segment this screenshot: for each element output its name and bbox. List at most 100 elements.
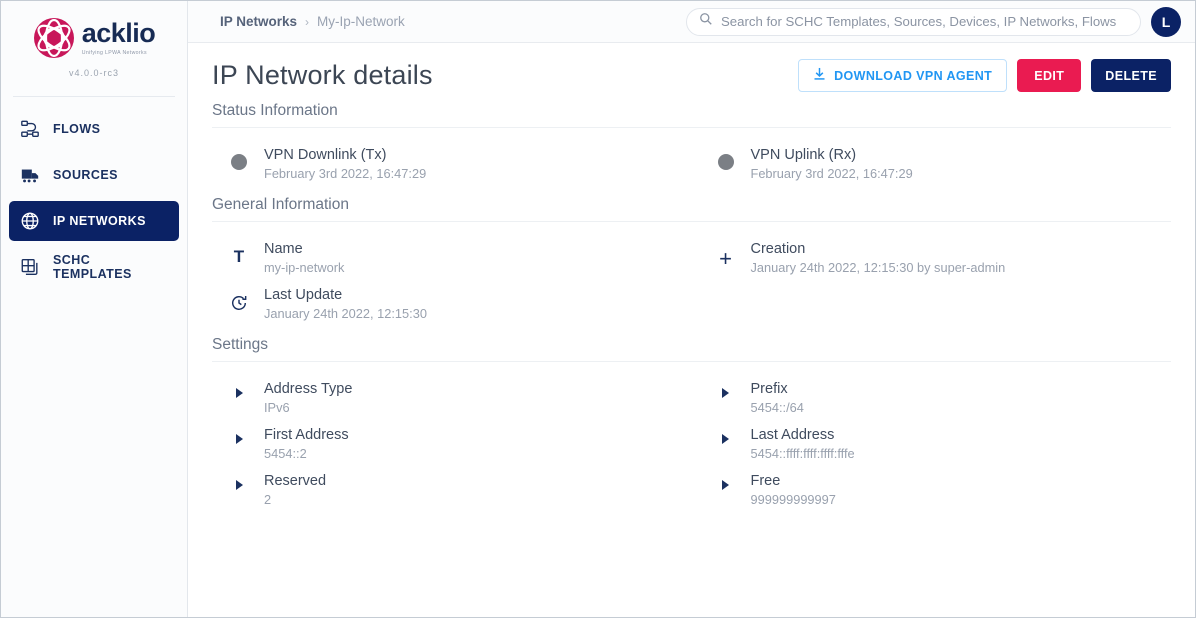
download-vpn-agent-label: DOWNLOAD VPN AGENT xyxy=(834,68,993,83)
download-vpn-agent-button[interactable]: DOWNLOAD VPN AGENT xyxy=(798,59,1008,92)
avatar[interactable]: L xyxy=(1151,6,1181,37)
breadcrumb-current: My-Ip-Network xyxy=(317,14,405,29)
detail-label: Reserved xyxy=(264,473,327,489)
page-header: IP Network details DOWNLOAD VPN AGENT ED… xyxy=(212,55,1171,102)
detail-value: February 3rd 2022, 16:47:29 xyxy=(750,166,913,181)
detail-row: T Name my-ip-network xyxy=(212,234,692,280)
detail-row[interactable]: Address Type IPv6 xyxy=(212,374,692,420)
detail-label: First Address xyxy=(264,427,349,443)
section-column-left: VPN Downlink (Tx) February 3rd 2022, 16:… xyxy=(212,132,692,186)
search-icon xyxy=(699,12,713,31)
download-icon xyxy=(813,67,826,84)
app-version: v4.0.0-rc3 xyxy=(68,68,120,78)
detail-row[interactable]: Last Address 5454::ffff:ffff:ffff:fffe xyxy=(699,420,1172,466)
page-title: IP Network details xyxy=(212,60,433,90)
detail-label: Last Update xyxy=(264,287,343,303)
detail-label: VPN Uplink (Rx) xyxy=(750,147,857,163)
page-content: IP Network details DOWNLOAD VPN AGENT ED… xyxy=(188,43,1195,617)
status-information-section: Status Information VPN Downlink (Tx) Feb… xyxy=(212,102,1171,186)
section-title: General Information xyxy=(212,196,1171,222)
detail-row[interactable]: Reserved 2 xyxy=(212,466,692,512)
detail-value: 5454::2 xyxy=(264,446,307,461)
plus-icon: + xyxy=(719,246,732,271)
detail-value: 999999999997 xyxy=(750,492,836,507)
status-dot-icon xyxy=(228,145,250,170)
detail-label: Last Address xyxy=(750,427,835,443)
triangle-icon xyxy=(715,379,737,398)
sidebar-item-label: SOURCES xyxy=(53,168,118,182)
status-dot-icon xyxy=(715,145,737,170)
detail-row: + Creation January 24th 2022, 12:15:30 b… xyxy=(699,234,1172,280)
detail-label: Name xyxy=(264,241,303,257)
sidebar-item-label: IP NETWORKS xyxy=(53,214,146,228)
brand-name: acklio xyxy=(81,18,156,48)
brand-wordmark: acklio Unifying LPWA Networks xyxy=(81,18,156,57)
detail-value: my-ip-network xyxy=(264,260,345,275)
templates-icon xyxy=(19,256,41,278)
flows-icon xyxy=(19,118,41,140)
app-window: acklio Unifying LPWA Networks v4.0.0-rc3 xyxy=(0,0,1196,618)
sidebar-item-label: SCHC TEMPLATES xyxy=(53,253,132,281)
topbar-right: L xyxy=(686,6,1181,37)
breadcrumb: IP Networks › My-Ip-Network xyxy=(220,14,405,29)
breadcrumb-separator-icon: › xyxy=(305,14,310,29)
sources-icon xyxy=(19,164,41,186)
detail-value: February 3rd 2022, 16:47:29 xyxy=(264,166,427,181)
detail-label: Creation xyxy=(750,241,806,257)
detail-value: January 24th 2022, 12:15:30 by super-adm… xyxy=(750,260,1006,275)
section-column-right: + Creation January 24th 2022, 12:15:30 b… xyxy=(692,226,1172,326)
detail-label: Free xyxy=(750,473,781,489)
detail-value: IPv6 xyxy=(264,400,290,415)
sidebar-item-flows[interactable]: FLOWS xyxy=(9,109,179,149)
triangle-icon xyxy=(715,471,737,490)
brand-block: acklio Unifying LPWA Networks v4.0.0-rc3 xyxy=(1,1,187,88)
acklio-logo-icon xyxy=(33,17,75,59)
sidebar-item-sources[interactable]: SOURCES xyxy=(9,155,179,195)
sidebar: acklio Unifying LPWA Networks v4.0.0-rc3 xyxy=(1,1,188,617)
detail-value: 5454::/64 xyxy=(750,400,804,415)
section-grid: Address Type IPv6 First Address 5454::2 xyxy=(212,366,1171,512)
detail-label: Prefix xyxy=(750,381,788,397)
detail-row[interactable]: Prefix 5454::/64 xyxy=(699,374,1172,420)
detail-row: Last Update January 24th 2022, 12:15:30 xyxy=(212,280,692,326)
sidebar-item-schc-templates[interactable]: SCHC TEMPLATES xyxy=(9,247,179,287)
brand-tagline: Unifying LPWA Networks xyxy=(81,50,147,56)
triangle-icon xyxy=(715,425,737,444)
edit-button[interactable]: EDIT xyxy=(1017,59,1082,92)
triangle-icon xyxy=(228,379,250,398)
search-box[interactable] xyxy=(686,7,1141,36)
breadcrumb-root[interactable]: IP Networks xyxy=(220,14,297,29)
section-column-left: Address Type IPv6 First Address 5454::2 xyxy=(212,366,692,512)
history-icon xyxy=(228,285,250,312)
section-column-left: T Name my-ip-network Last Update January… xyxy=(212,226,692,326)
section-grid: T Name my-ip-network Last Update January… xyxy=(212,226,1171,326)
detail-row: VPN Downlink (Tx) February 3rd 2022, 16:… xyxy=(212,140,692,186)
topbar: IP Networks › My-Ip-Network L xyxy=(188,1,1195,43)
section-column-right: Prefix 5454::/64 Last Address 5454::ffff… xyxy=(692,366,1172,512)
detail-value: 2 xyxy=(264,492,272,507)
detail-label: VPN Downlink (Tx) xyxy=(264,147,387,163)
detail-label: Address Type xyxy=(264,381,353,397)
general-information-section: General Information T Name my-ip-network xyxy=(212,196,1171,326)
detail-row[interactable]: First Address 5454::2 xyxy=(212,420,692,466)
brand-row: acklio Unifying LPWA Networks xyxy=(1,17,187,59)
section-grid: VPN Downlink (Tx) February 3rd 2022, 16:… xyxy=(212,132,1171,186)
detail-value: 5454::ffff:ffff:ffff:fffe xyxy=(750,446,855,461)
sidebar-item-label: FLOWS xyxy=(53,122,101,136)
main-area: IP Networks › My-Ip-Network L xyxy=(188,1,1195,617)
delete-button[interactable]: DELETE xyxy=(1091,59,1171,92)
page-actions: DOWNLOAD VPN AGENT EDIT DELETE xyxy=(798,59,1171,92)
detail-value: January 24th 2022, 12:15:30 xyxy=(264,306,427,321)
detail-row[interactable]: Free 999999999997 xyxy=(699,466,1172,512)
globe-icon xyxy=(19,210,41,232)
section-title: Settings xyxy=(212,336,1171,362)
search-input[interactable] xyxy=(721,14,1128,29)
detail-row: VPN Uplink (Rx) February 3rd 2022, 16:47… xyxy=(699,140,1172,186)
section-column-right: VPN Uplink (Rx) February 3rd 2022, 16:47… xyxy=(692,132,1172,186)
text-icon: T xyxy=(233,247,245,266)
triangle-icon xyxy=(228,425,250,444)
sidebar-item-ip-networks[interactable]: IP NETWORKS xyxy=(9,201,179,241)
section-title: Status Information xyxy=(212,102,1171,128)
triangle-icon xyxy=(228,471,250,490)
sidebar-nav: FLOWS SOURCES IP NETWORKS SCHC TEMPLATES xyxy=(1,97,187,287)
